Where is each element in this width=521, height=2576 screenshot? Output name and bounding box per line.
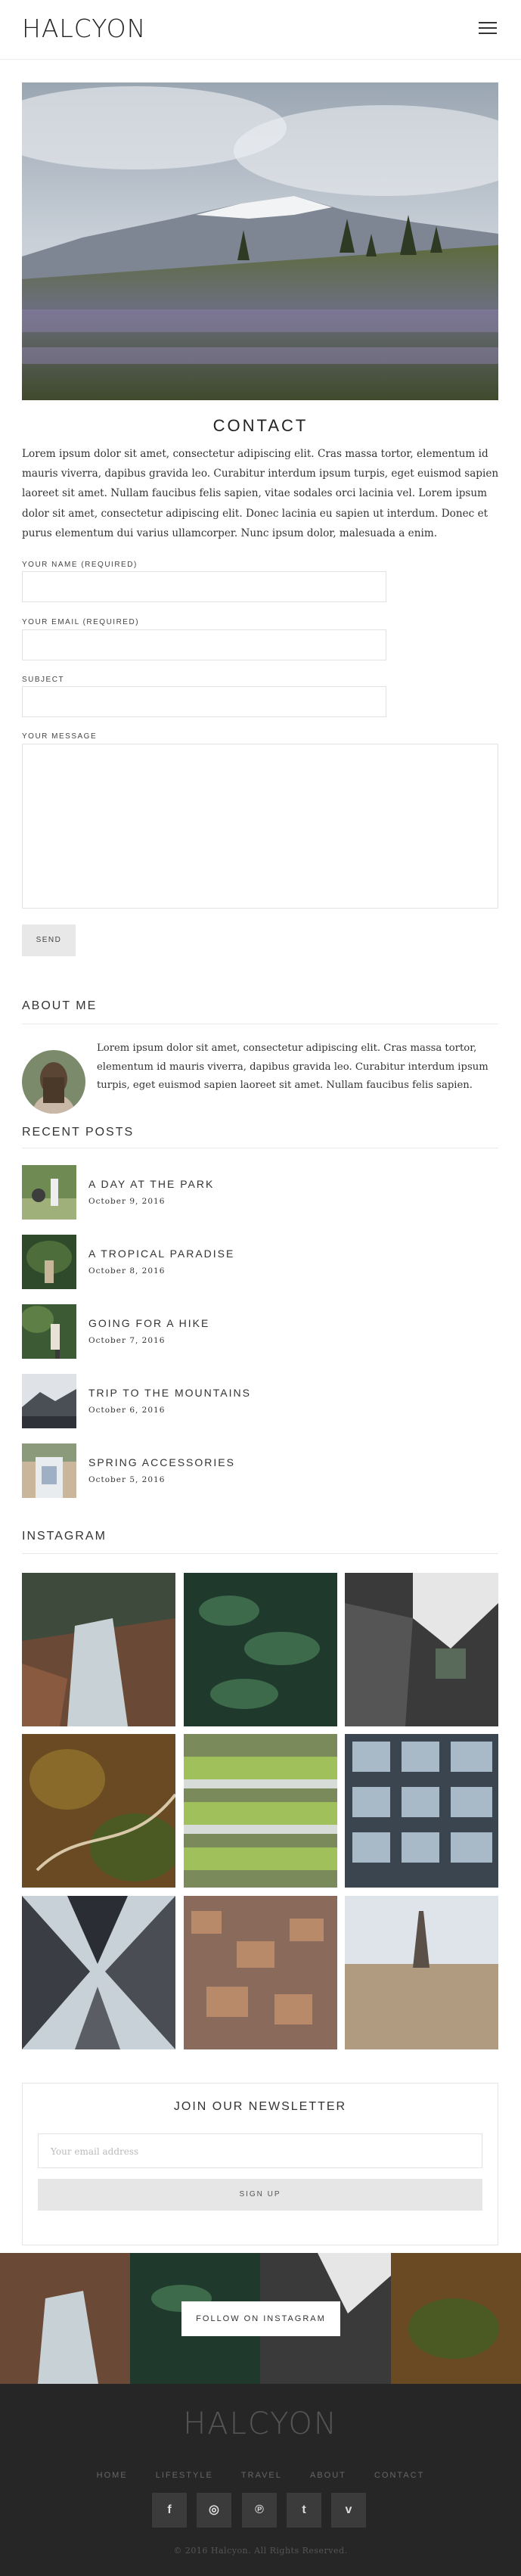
post-thumbnail[interactable] [22,1165,76,1220]
follow-instagram-button[interactable]: FOLLOW ON INSTAGRAM [181,2301,340,2336]
post-date: October 9, 2016 [88,1197,166,1206]
subject-field[interactable] [22,686,386,717]
message-field-label: YOUR MESSAGE [22,732,98,741]
instagram-photo[interactable] [22,1734,175,1888]
instagram-photo[interactable] [345,1573,498,1726]
instagram-icon[interactable]: ◎ [197,2493,231,2528]
page-title: CONTACT [212,416,309,435]
post-title[interactable]: GOING FOR A HIKE [88,1317,209,1329]
post-date: October 6, 2016 [88,1406,166,1415]
recent-post-item[interactable]: SPRING ACCESSORIES October 5, 2016 [22,1443,498,1498]
post-title[interactable]: SPRING ACCESSORIES [88,1456,235,1468]
section-divider [22,1553,498,1554]
email-field-label: YOUR EMAIL (REQUIRED) [22,618,140,626]
footer-nav-home[interactable]: HOME [97,2471,128,2480]
post-thumbnail[interactable] [22,1304,76,1359]
avatar [22,1050,85,1114]
about-section-title: ABOUT ME [22,999,98,1012]
footer-nav-lifestyle[interactable]: LIFESTYLE [156,2471,213,2480]
subject-field-label: SUBJECT [22,676,65,684]
post-date: October 7, 2016 [88,1336,166,1345]
site-logo[interactable]: HALCYON [22,14,146,43]
footer-nav-travel[interactable]: TRAVEL [241,2471,282,2480]
footer-nav: HOME LIFESTYLE TRAVEL ABOUT CONTACT [0,2466,521,2481]
contact-intro-text: Lorem ipsum dolor sit amet, consectetur … [22,448,499,539]
send-button[interactable]: SEND [22,924,76,956]
instagram-photo[interactable] [184,1896,337,2049]
instagram-photo[interactable] [345,1734,498,1888]
post-thumbnail[interactable] [22,1443,76,1498]
hero-image [22,82,498,400]
recent-post-item[interactable]: TRIP TO THE MOUNTAINS October 6, 2016 [22,1374,498,1428]
instagram-photo[interactable] [22,1573,175,1726]
instagram-photo[interactable] [184,1734,337,1888]
recent-posts-title: RECENT POSTS [22,1126,135,1139]
message-textarea[interactable] [22,744,498,909]
instagram-photo[interactable] [345,1896,498,2049]
post-date: October 5, 2016 [88,1475,166,1484]
post-date: October 8, 2016 [88,1266,166,1276]
recent-post-item[interactable]: A TROPICAL PARADISE October 8, 2016 [22,1235,498,1289]
footer-logo[interactable]: HALCYON [0,2407,521,2441]
twitter-icon[interactable]: t [287,2493,321,2528]
newsletter-title: JOIN OUR NEWSLETTER [173,2100,347,2113]
signup-button[interactable]: SIGN UP [38,2179,482,2211]
post-title[interactable]: TRIP TO THE MOUNTAINS [88,1387,251,1399]
name-field[interactable] [22,571,386,602]
post-thumbnail[interactable] [22,1374,76,1428]
recent-post-item[interactable]: GOING FOR A HIKE October 7, 2016 [22,1304,498,1359]
pinterest-icon[interactable]: ℗ [242,2493,277,2528]
recent-post-item[interactable]: A DAY AT THE PARK October 9, 2016 [22,1165,498,1220]
instagram-section-title: INSTAGRAM [22,1530,107,1543]
about-text: Lorem ipsum dolor sit amet, consectetur … [97,1043,488,1091]
instagram-photo[interactable] [22,1896,175,2049]
instagram-photo[interactable] [184,1573,337,1726]
name-field-label: YOUR NAME (REQUIRED) [22,561,138,569]
newsletter-email-input[interactable]: Your email address [38,2133,482,2168]
footer-nav-contact[interactable]: CONTACT [374,2471,424,2480]
hamburger-menu-icon[interactable] [479,22,497,37]
footer-nav-about[interactable]: ABOUT [310,2471,346,2480]
copyright-text: © 2016 Halcyon. All Rights Reserved. [173,2546,348,2556]
newsletter-box: JOIN OUR NEWSLETTER Your email address S… [22,2083,498,2245]
email-field[interactable] [22,629,386,660]
site-header: HALCYON [0,0,521,60]
post-title[interactable]: A DAY AT THE PARK [88,1178,214,1190]
vimeo-icon[interactable]: v [331,2493,366,2528]
post-title[interactable]: A TROPICAL PARADISE [88,1248,234,1260]
post-thumbnail[interactable] [22,1235,76,1289]
facebook-icon[interactable]: f [152,2493,187,2528]
